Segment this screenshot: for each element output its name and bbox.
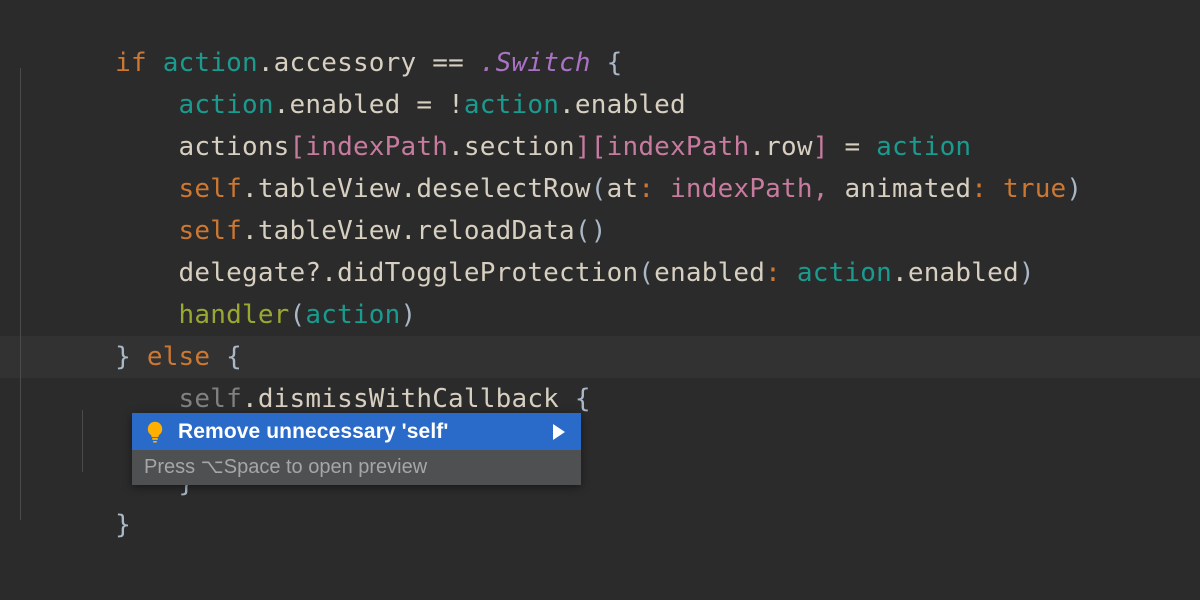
- code-line-content: self.tableView.deselectRow(at: indexPath…: [178, 174, 1083, 204]
- token-keyword-if: if: [115, 48, 147, 78]
- indent-guide-level-1b: [20, 410, 21, 520]
- code-line-content: handler(action): [178, 300, 417, 330]
- token-keyword-true: true: [1003, 174, 1067, 204]
- token-variable-action: action: [178, 90, 274, 120]
- lightbulb-icon: [144, 420, 166, 444]
- token-variable-actions: actions: [178, 132, 290, 162]
- code-line-content: actions[indexPath.section][indexPath.row…: [178, 132, 972, 162]
- token-function-handler: handler: [178, 300, 290, 330]
- token-enum-switch: .Switch: [479, 48, 591, 78]
- intention-action-item[interactable]: Remove unnecessary 'self': [132, 413, 581, 450]
- token-member-accessory: .accessory: [257, 48, 417, 78]
- code-line-content: } else {: [115, 342, 242, 372]
- code-line-content: self.tableView.reloadData(): [178, 216, 607, 246]
- code-line-content: if action.accessory == .Switch {: [115, 48, 623, 78]
- code-line-content: [95, 420, 131, 462]
- token-keyword-else: else: [146, 342, 211, 372]
- code-line-content: }: [115, 510, 131, 540]
- token-variable-indexpath: indexPath: [305, 132, 449, 162]
- intention-preview-hint: Press ⌥Space to open preview: [132, 450, 581, 485]
- intention-action-popup[interactable]: Remove unnecessary 'self' Press ⌥Space t…: [132, 413, 581, 485]
- code-line-content: action.enabled = !action.enabled: [178, 90, 686, 120]
- indent-guide-level-1: [20, 68, 21, 420]
- token-variable-delegate: delegate?.didToggleProtection: [178, 258, 639, 288]
- token-unnecessary-self: self: [178, 384, 242, 414]
- code-line[interactable]: if action.accessory == .Switch {: [0, 0, 1200, 78]
- code-editor-screen: if action.accessory == .Switch { action.…: [0, 0, 1200, 600]
- editor-text-area[interactable]: if action.accessory == .Switch { action.…: [0, 0, 1200, 600]
- indent-guide-level-2: [82, 410, 83, 472]
- token-variable-action: action: [162, 48, 258, 78]
- intention-action-label: Remove unnecessary 'self': [178, 419, 449, 443]
- code-line-content: delegate?.didToggleProtection(enabled: a…: [178, 258, 1035, 288]
- triangle-right-icon[interactable]: [553, 423, 565, 440]
- token-keyword-self: self: [178, 174, 242, 204]
